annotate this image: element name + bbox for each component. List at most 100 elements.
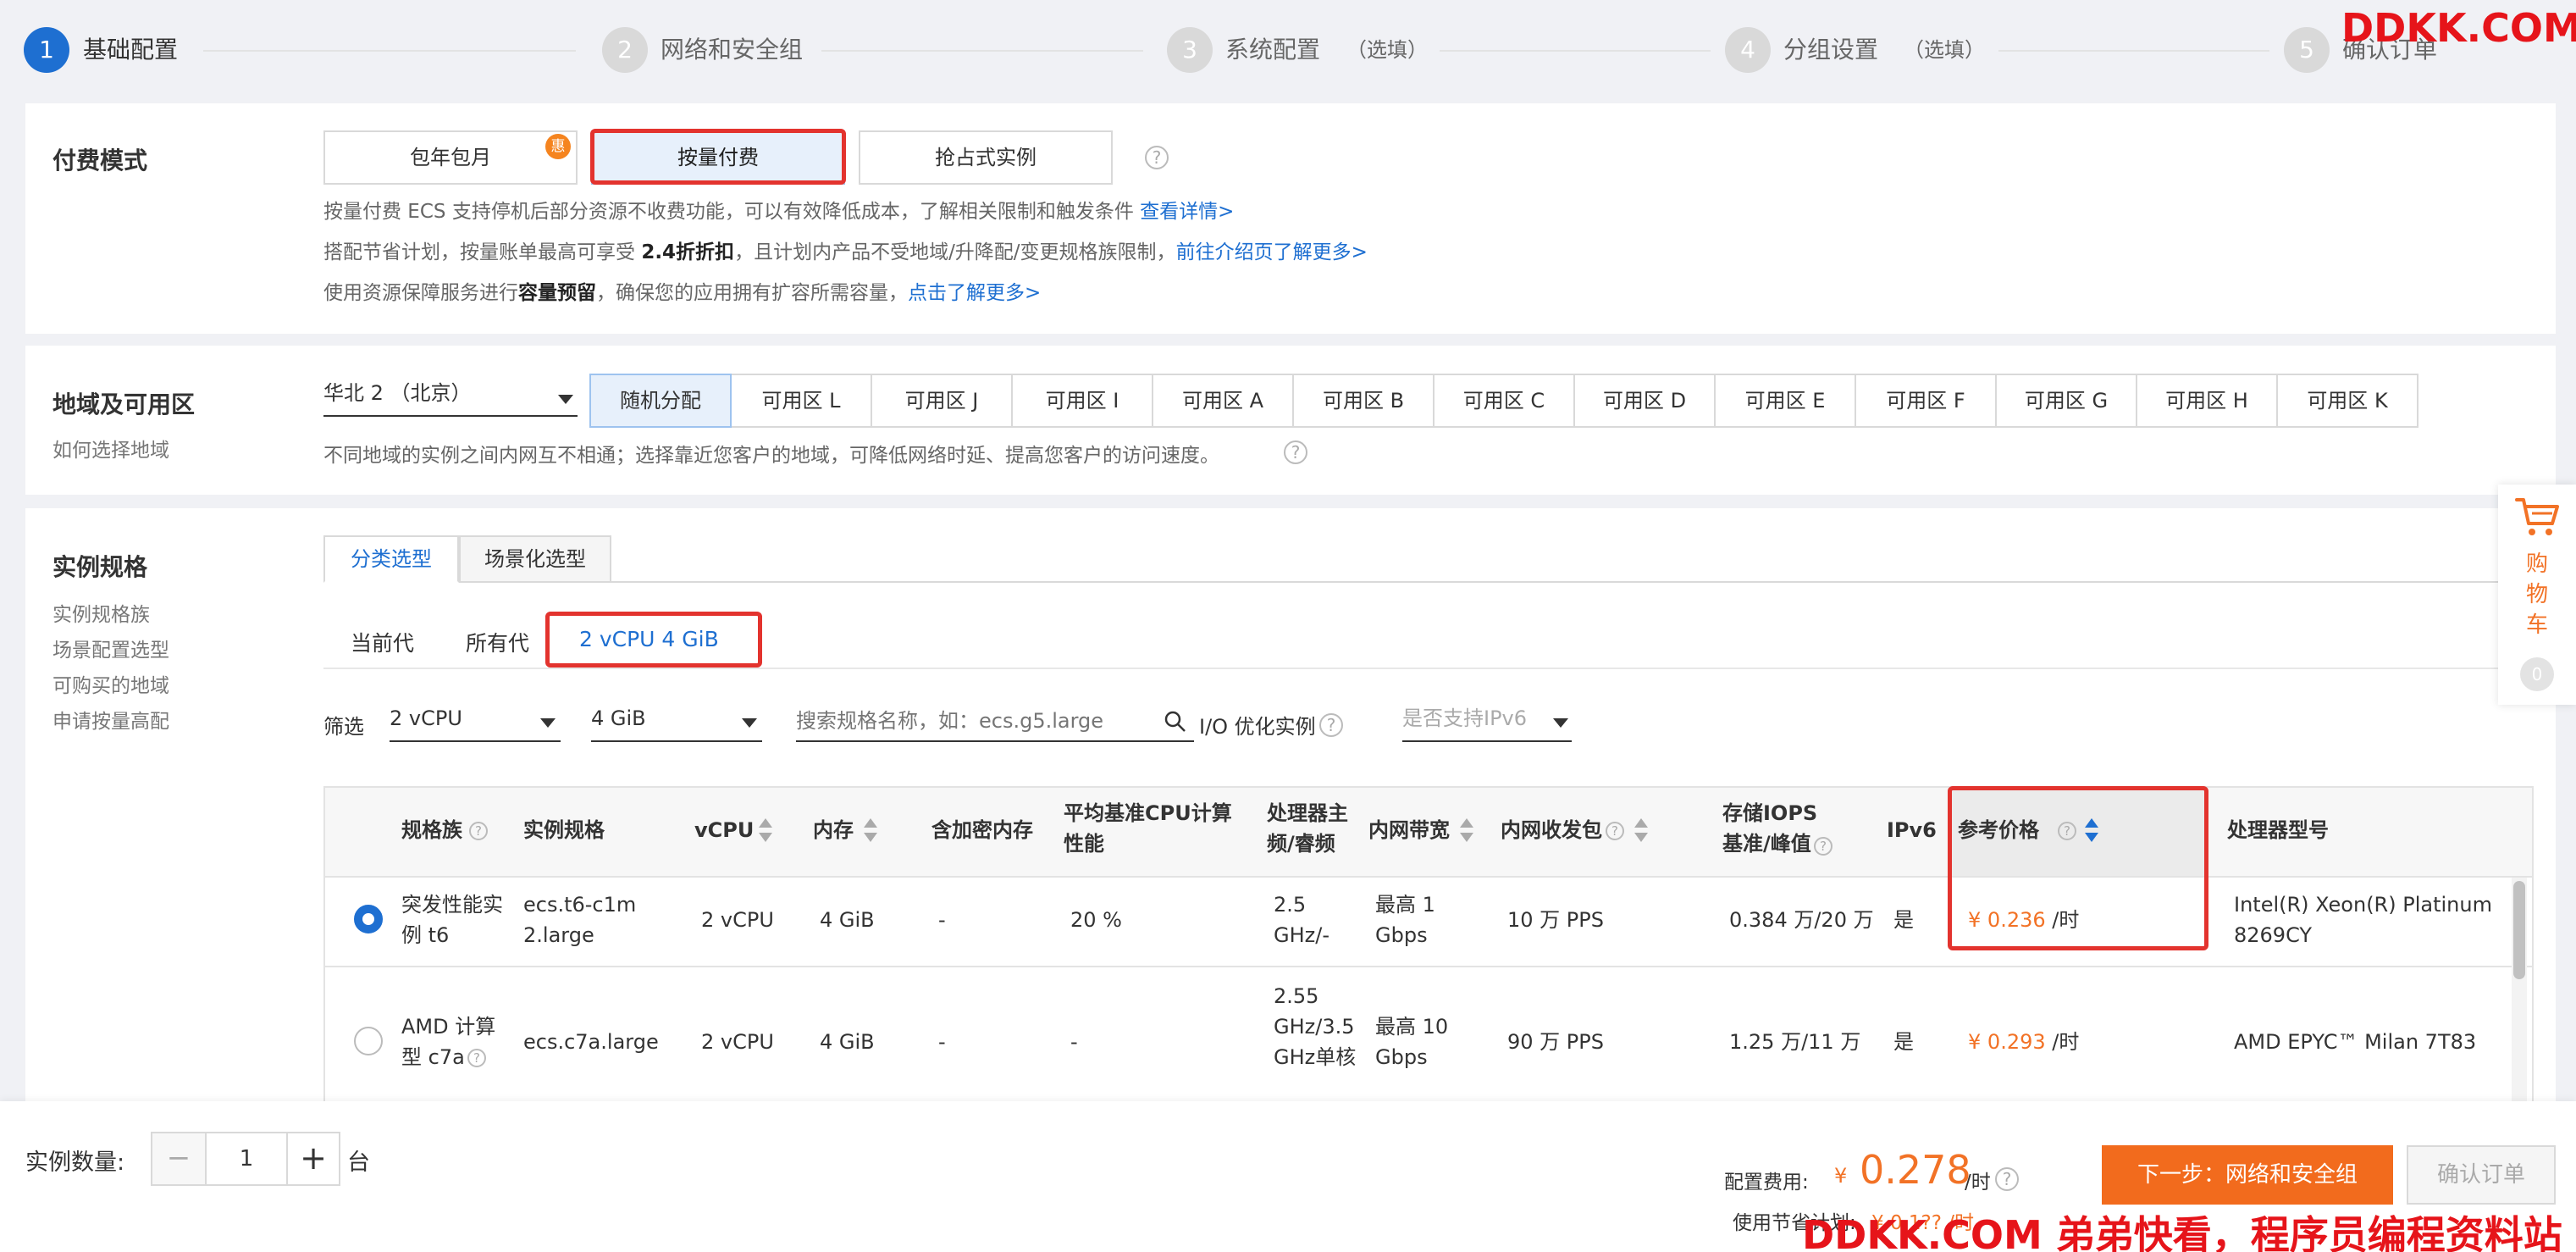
chevron-down-icon: [558, 395, 573, 404]
details-link[interactable]: 查看详情>: [1140, 201, 1234, 223]
billing-desc-2: 搭配节省计划，按量账单最高可享受 2.4折折扣，且计划内产品不受地域/升降配/变…: [323, 241, 1368, 263]
cell-enc: -: [938, 1030, 946, 1054]
sort-icon[interactable]: [759, 818, 772, 844]
cell-ipv6: 是: [1893, 1030, 1914, 1054]
memory-select[interactable]: 4 GiB: [591, 701, 762, 742]
col-ipv6[interactable]: IPv6: [1887, 815, 1937, 845]
scrollbar-thumb[interactable]: [2513, 881, 2525, 979]
sort-icon[interactable]: [864, 818, 877, 844]
help-icon[interactable]: ?: [1995, 1167, 2019, 1191]
zone-b[interactable]: 可用区 B: [1294, 374, 1434, 428]
tab-category[interactable]: 分类选型: [323, 535, 459, 583]
fee-amount: 0.278: [1860, 1147, 1971, 1193]
spec-search-input[interactable]: [796, 701, 1194, 742]
cell-bandwidth: 最高 10 Gbps: [1375, 1015, 1449, 1069]
cell-cpu: Intel(R) Xeon(R) Platinum 8269CY: [2234, 893, 2492, 947]
highlight-box: [590, 129, 846, 185]
cell-price: ¥ 0.293 /时: [1968, 1030, 2080, 1054]
highlight-box: [1948, 786, 2208, 950]
help-icon[interactable]: ?: [469, 822, 488, 840]
zone-e[interactable]: 可用区 E: [1716, 374, 1856, 428]
col-family[interactable]: 规格族: [401, 815, 462, 845]
spec-link-scenario[interactable]: 场景配置选型: [53, 634, 169, 662]
billing-desc-3: 使用资源保障服务进行容量预留，确保您的应用拥有扩容所需容量，点击了解更多>: [323, 282, 1042, 304]
cell-family: 突发性能实例 t6: [401, 893, 503, 947]
help-icon[interactable]: ?: [1145, 146, 1169, 169]
help-icon[interactable]: ?: [1319, 713, 1343, 737]
zone-d[interactable]: 可用区 D: [1575, 374, 1716, 428]
col-vcpu[interactable]: vCPU: [694, 815, 754, 845]
highlight-box: [545, 612, 762, 668]
fee-unit: /时: [1965, 1172, 1991, 1194]
spec-link-family[interactable]: 实例规格族: [53, 598, 150, 627]
tab-scenario[interactable]: 场景化选型: [459, 535, 611, 583]
fee-label: 配置费用:: [1724, 1172, 1809, 1194]
zone-k[interactable]: 可用区 K: [2278, 374, 2418, 428]
zone-random[interactable]: 随机分配: [589, 374, 732, 428]
zone-i[interactable]: 可用区 I: [1013, 374, 1153, 428]
col-pps[interactable]: 内网收发包: [1501, 815, 1602, 845]
col-memory[interactable]: 内存: [813, 815, 854, 845]
step-2-label[interactable]: 网络和安全组: [661, 35, 803, 65]
plus-icon[interactable]: +: [286, 1133, 339, 1184]
help-icon[interactable]: ?: [1284, 440, 1307, 464]
cell-pps: 10 万 PPS: [1507, 908, 1604, 932]
chevron-down-icon: [742, 718, 757, 728]
minus-icon[interactable]: −: [152, 1133, 207, 1184]
help-icon[interactable]: ?: [1606, 822, 1624, 840]
zone-h[interactable]: 可用区 H: [2137, 374, 2278, 428]
zone-c[interactable]: 可用区 C: [1434, 374, 1575, 428]
step-divider: [1440, 50, 1711, 52]
cart-label: 购物车: [2525, 551, 2548, 638]
quantity-input[interactable]: 1: [207, 1133, 286, 1184]
region-help-link[interactable]: 如何选择地域: [53, 434, 169, 463]
gen-tab-current[interactable]: 当前代: [351, 627, 414, 657]
row-radio[interactable]: [354, 1027, 383, 1055]
help-icon[interactable]: ?: [1814, 837, 1832, 856]
cell-pps: 90 万 PPS: [1507, 1030, 1604, 1054]
spec-link-quota[interactable]: 申请按量高配: [53, 705, 169, 734]
zone-j[interactable]: 可用区 J: [872, 374, 1013, 428]
row-radio[interactable]: [354, 905, 383, 933]
zone-l[interactable]: 可用区 L: [732, 374, 872, 428]
col-encrypted-mem[interactable]: 含加密内存: [931, 815, 1033, 845]
learn-more-link[interactable]: 点击了解更多>: [908, 282, 1041, 304]
col-cpu-perf[interactable]: 平均基准CPU计算性能: [1064, 798, 1250, 859]
cell-freq: 2.55 GHz/3.5 GHz单核: [1274, 984, 1357, 1069]
zone-f[interactable]: 可用区 F: [1856, 374, 1997, 428]
cell-cpu-perf: 20 %: [1070, 908, 1122, 932]
step-2-number: 2: [602, 27, 648, 73]
help-icon[interactable]: ?: [467, 1049, 486, 1067]
step-3-label[interactable]: 系统配置: [1225, 35, 1320, 65]
watermark-bottom: DDKK.COM 弟弟快看，程序员编程资料站: [1802, 1212, 2562, 1252]
col-bandwidth[interactable]: 内网带宽: [1368, 815, 1450, 845]
billing-option-spot[interactable]: 抢占式实例: [859, 130, 1113, 185]
step-4-label[interactable]: 分组设置: [1783, 35, 1878, 65]
intro-link[interactable]: 前往介绍页了解更多>: [1176, 241, 1368, 263]
next-step-button[interactable]: 下一步：网络和安全组: [2102, 1145, 2393, 1205]
region-select[interactable]: 华北 2 （北京）: [323, 376, 578, 417]
zone-g[interactable]: 可用区 G: [1997, 374, 2137, 428]
sort-icon[interactable]: [1634, 818, 1648, 844]
step-divider: [203, 50, 576, 52]
chevron-down-icon: [540, 718, 556, 728]
zone-a[interactable]: 可用区 A: [1153, 374, 1294, 428]
vcpu-select[interactable]: 2 vCPU: [390, 701, 561, 742]
sort-icon[interactable]: [1460, 818, 1473, 844]
step-1-label[interactable]: 基础配置: [83, 35, 178, 65]
billing-option-subscription[interactable]: 包年包月: [323, 130, 578, 185]
cart-widget[interactable]: 购物车 0: [2498, 485, 2576, 705]
filter-label: 筛选: [323, 715, 364, 739]
col-spec[interactable]: 实例规格: [523, 815, 605, 845]
ipv6-select[interactable]: 是否支持IPv6: [1402, 701, 1572, 742]
discount-badge: 惠: [545, 134, 571, 159]
col-cpu-model[interactable]: 处理器型号: [2227, 815, 2329, 845]
spec-link-regions[interactable]: 可购买的地域: [53, 669, 169, 698]
confirm-order-button[interactable]: 确认订单: [2407, 1145, 2556, 1205]
search-icon[interactable]: [1164, 710, 1187, 734]
region-title: 地域及可用区: [53, 391, 196, 418]
watermark-top: DDKK.COM: [2341, 5, 2576, 51]
row-divider: [325, 966, 2532, 967]
col-freq[interactable]: 处理器主频/睿频: [1267, 798, 1368, 859]
gen-tab-all[interactable]: 所有代: [466, 627, 529, 657]
